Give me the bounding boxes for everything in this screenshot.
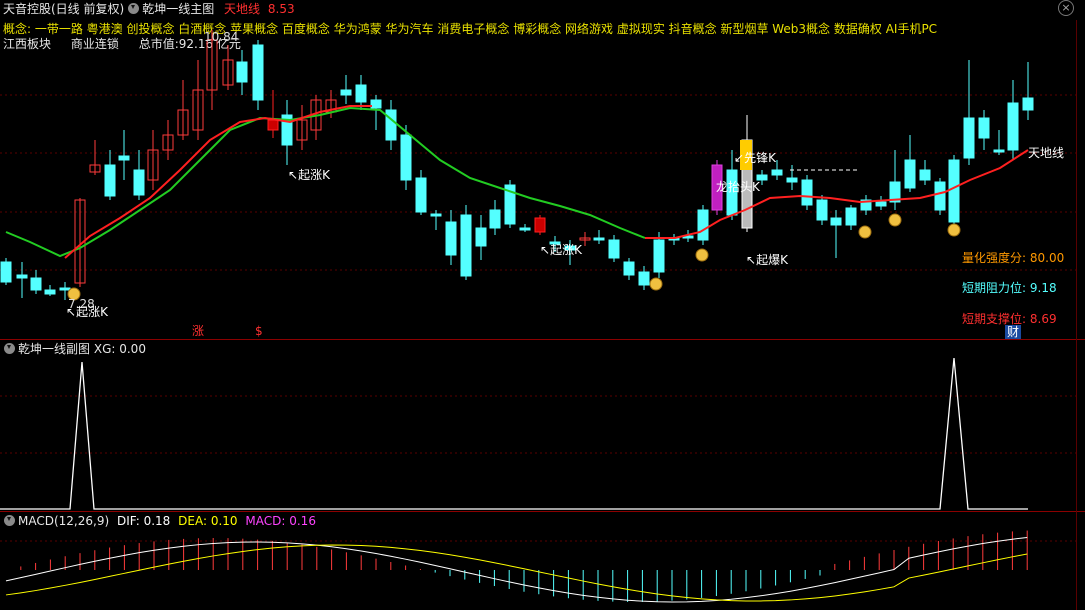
candlestick[interactable] <box>281 100 293 165</box>
candlestick[interactable] <box>638 266 650 290</box>
dif-readout: DIF: 0.18 <box>116 514 171 528</box>
candlestick[interactable] <box>608 235 620 262</box>
candlestick[interactable] <box>741 115 753 232</box>
qizhang-k-label-2: ↖起涨K <box>288 168 330 182</box>
candlestick[interactable] <box>445 210 457 265</box>
qizhang-k-label-1: ↖起涨K <box>66 305 108 319</box>
chevron-down-icon[interactable] <box>4 515 15 526</box>
candlestick[interactable] <box>889 150 901 210</box>
dea-readout: DEA: 0.10 <box>178 514 238 528</box>
candlestick[interactable] <box>0 258 12 285</box>
macd-readout: MACD: 0.16 <box>245 514 316 528</box>
candlestick[interactable] <box>385 100 397 150</box>
candlestick[interactable] <box>934 178 946 215</box>
support-level: 短期支撑位: 8.69 <box>962 312 1057 326</box>
dollar-marker: $ <box>255 324 263 338</box>
qizhang-k-label-3: ↖起涨K <box>540 243 582 257</box>
candlestick[interactable] <box>845 205 857 230</box>
candlestick[interactable] <box>460 205 472 280</box>
candlestick[interactable] <box>162 120 174 160</box>
candlestick[interactable] <box>133 150 145 200</box>
qibao-k-label: ↖起爆K <box>746 253 788 267</box>
candlestick[interactable] <box>993 130 1005 155</box>
candlestick[interactable] <box>222 45 234 90</box>
longtou-k-label: 龙抬头K <box>716 180 760 194</box>
money-bag-icon <box>888 213 902 227</box>
candlestick[interactable] <box>370 95 382 130</box>
candlestick[interactable] <box>355 75 367 110</box>
candlestick[interactable] <box>236 50 248 95</box>
dea-line <box>5 544 1028 602</box>
xg-value: 0.00 <box>119 342 146 356</box>
candlestick[interactable] <box>1007 80 1019 160</box>
dif-line <box>5 536 1028 603</box>
money-bag-icon <box>649 277 663 291</box>
zhang-marker: 涨 <box>192 324 205 338</box>
tiandi-line-end-label: 天地线 <box>1028 146 1065 160</box>
chevron-down-icon[interactable] <box>4 343 15 354</box>
peak-price-label: 10.84 <box>204 30 239 44</box>
cai-marker: 财 <box>1005 325 1022 339</box>
candlestick[interactable] <box>593 230 605 244</box>
candlestick[interactable] <box>978 110 990 150</box>
candlestick[interactable] <box>415 170 427 215</box>
candlestick[interactable] <box>623 258 635 280</box>
xg-signal-line <box>0 357 1028 510</box>
candlestick[interactable] <box>252 40 264 110</box>
candlestick[interactable] <box>919 160 931 185</box>
candlestick[interactable] <box>504 180 516 228</box>
candlestick[interactable] <box>786 165 798 190</box>
candlestick[interactable] <box>177 80 189 140</box>
macd-panel-header: MACD(12,26,9) DIF: 0.18 DEA: 0.10 MACD: … <box>0 514 316 528</box>
xianfeng-k-label: ↙先锋K <box>734 151 776 165</box>
sub-panel-header: 乾坤一线副图 XG: 0.00 <box>0 342 146 356</box>
tiandi-line-green <box>5 106 646 258</box>
candlestick[interactable] <box>519 224 531 232</box>
candlestick[interactable] <box>489 200 501 235</box>
candlestick[interactable] <box>296 105 308 150</box>
candlestick[interactable] <box>475 215 487 260</box>
candlestick[interactable] <box>340 75 352 104</box>
candlestick[interactable] <box>430 210 442 230</box>
candlestick[interactable] <box>534 215 546 235</box>
candlestick[interactable] <box>963 60 975 165</box>
candlestick[interactable] <box>801 175 813 210</box>
candlestick[interactable] <box>875 196 887 210</box>
candlestick[interactable] <box>668 234 680 245</box>
macd-title[interactable]: MACD(12,26,9) <box>18 514 109 528</box>
candlestick[interactable] <box>904 135 916 192</box>
candlestick[interactable] <box>118 130 130 180</box>
money-bag-icon <box>858 225 872 239</box>
candlestick[interactable] <box>267 90 279 138</box>
candlestick[interactable] <box>192 60 204 140</box>
candlestick[interactable] <box>16 262 28 298</box>
sub-panel-title[interactable]: 乾坤一线副图 <box>18 342 90 356</box>
xg-label: XG: <box>93 342 116 356</box>
candlestick[interactable] <box>1022 62 1034 120</box>
strength-score: 量化强度分: 80.00 <box>962 251 1065 265</box>
candlestick[interactable] <box>104 150 116 200</box>
candlestick[interactable] <box>697 205 709 245</box>
candlestick[interactable] <box>860 195 872 215</box>
candlestick[interactable] <box>89 140 101 175</box>
money-bag-icon <box>947 223 961 237</box>
resistance-level: 短期阻力位: 9.18 <box>962 281 1057 295</box>
candlestick[interactable] <box>830 210 842 258</box>
candlestick[interactable] <box>30 270 42 294</box>
candlestick[interactable] <box>147 130 159 190</box>
candlestick[interactable] <box>816 195 828 225</box>
candlestick[interactable] <box>44 285 56 296</box>
candlestick[interactable] <box>310 95 322 140</box>
money-bag-icon <box>695 248 709 262</box>
